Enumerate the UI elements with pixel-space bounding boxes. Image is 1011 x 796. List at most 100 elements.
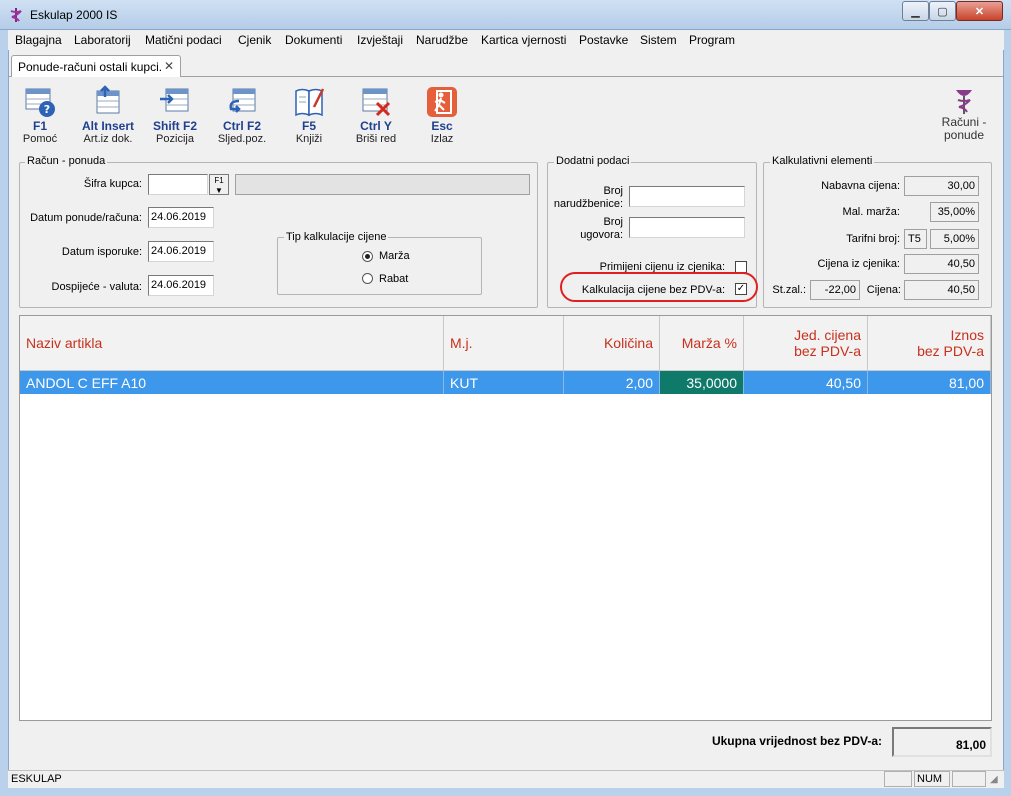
toolbar-label: Sljed.poz. xyxy=(217,133,267,145)
menu-program[interactable]: Program xyxy=(689,33,735,47)
dropdown-arrow-icon: ▼ xyxy=(215,186,223,195)
menu-dokumenti[interactable]: Dokumenti xyxy=(285,33,342,47)
module-indicator: Računi - ponude xyxy=(936,86,992,142)
radio-rabat-label: Rabat xyxy=(379,273,409,285)
pharmacy-logo-icon xyxy=(950,86,978,116)
table-row-cell-marza[interactable]: 35,0000 xyxy=(660,371,744,394)
toolbar-exit-button[interactable]: Esc Izlaz xyxy=(412,85,472,146)
toolbar-position-button[interactable]: Shift F2 Pozicija xyxy=(145,85,205,146)
table-row-cell-kolicina[interactable]: 2,00 xyxy=(564,371,660,394)
lookup-key-label: F1 xyxy=(214,176,224,185)
module-label-line2: ponude xyxy=(943,128,985,142)
tarifni-broj-code: T5 xyxy=(904,229,927,249)
delete-row-icon xyxy=(359,85,393,119)
datum-ponude-input[interactable]: 24.06.2019 xyxy=(148,207,214,228)
toolbar-help-button[interactable]: ? F1 Pomoć xyxy=(10,85,70,146)
dospijece-input[interactable]: 24.06.2019 xyxy=(148,275,214,296)
column-header-iznos[interactable]: Iznos bez PDV-a xyxy=(868,316,991,371)
position-icon xyxy=(158,85,192,119)
status-bar xyxy=(8,770,1004,788)
toolbar-label: Pomoć xyxy=(22,133,58,145)
sifra-kupca-input[interactable] xyxy=(148,174,208,195)
minimize-button[interactable]: ▁ xyxy=(902,1,929,21)
menu-sistem[interactable]: Sistem xyxy=(640,33,677,47)
status-app-name: ESKULAP xyxy=(11,773,62,785)
toolbar-key: Esc xyxy=(431,119,453,133)
toolbar-label: Briši red xyxy=(355,133,397,145)
broj-narudzbenice-label-2: narudžbenice: xyxy=(553,198,623,210)
column-header-label: Marža % xyxy=(681,335,737,351)
broj-ugovora-label-2: ugovora: xyxy=(580,229,623,241)
column-header-label: Količina xyxy=(603,335,653,351)
next-position-icon xyxy=(225,85,259,119)
column-header-kolicina[interactable]: Količina xyxy=(564,316,660,371)
toolbar-key: Shift F2 xyxy=(153,119,197,133)
dospijece-label: Dospijeće - valuta: xyxy=(51,281,143,293)
tab-label: Ponude-računi ostali kupci. xyxy=(18,60,163,74)
broj-narudzbenice-input[interactable] xyxy=(629,186,745,207)
toolbar-import-articles-button[interactable]: Alt Insert Art.iz dok. xyxy=(76,85,140,146)
column-header-naziv[interactable]: Naziv artikla xyxy=(20,316,444,371)
tab-ponude-racuni[interactable]: Ponude-računi ostali kupci. ✕ xyxy=(11,55,181,77)
table-row-cell-jed-cijena[interactable]: 40,50 xyxy=(744,371,868,394)
menu-cjenik[interactable]: Cjenik xyxy=(238,33,271,47)
column-header-label: bez PDV-a xyxy=(794,343,861,359)
toolbar-delete-row-button[interactable]: Ctrl Y Briši red xyxy=(346,85,406,146)
datum-ponude-label: Datum ponude/računa: xyxy=(30,212,142,224)
status-panel-empty xyxy=(884,771,912,787)
table-row-cell-iznos[interactable]: 81,00 xyxy=(868,371,991,394)
radio-rabat[interactable] xyxy=(362,273,373,284)
column-header-jed-cijena[interactable]: Jed. cijena bez PDV-a xyxy=(744,316,868,371)
customer-lookup-button[interactable]: F1 ▼ xyxy=(209,174,229,195)
column-header-label: Naziv artikla xyxy=(26,335,103,351)
radio-marza-label: Marža xyxy=(379,250,410,262)
datum-isporuke-input[interactable]: 24.06.2019 xyxy=(148,241,214,262)
tarifni-broj-label: Tarifni broj: xyxy=(846,233,900,245)
tab-close-icon[interactable]: ✕ xyxy=(164,59,174,73)
title-bar[interactable] xyxy=(0,0,1011,30)
dodatni-podaci-title: Dodatni podaci xyxy=(554,155,632,167)
resize-grip-icon[interactable]: ◢ xyxy=(990,774,998,785)
column-header-marza[interactable]: Marža % xyxy=(660,316,744,371)
exit-icon xyxy=(425,85,459,119)
table-row-cell-naziv[interactable]: ANDOL C EFF A10 xyxy=(20,371,444,394)
total-value: 81,00 xyxy=(892,727,992,757)
toolbar-label: Art.iz dok. xyxy=(83,133,133,145)
import-articles-icon xyxy=(91,85,125,119)
mal-marza-value: 35,00% xyxy=(930,202,979,222)
tip-kalkulacije-group xyxy=(277,237,482,295)
table-row-cell-mj[interactable]: KUT xyxy=(444,371,564,394)
tarifni-broj-value: 5,00% xyxy=(930,229,979,249)
broj-ugovora-input[interactable] xyxy=(629,217,745,238)
column-header-mj[interactable]: M.j. xyxy=(444,316,564,371)
toolbar-key: Alt Insert xyxy=(81,119,134,133)
close-button[interactable]: ✕ xyxy=(956,1,1003,21)
toolbar-post-button[interactable]: F5 Knjiži xyxy=(279,85,339,146)
cijena-iz-cjenika-value: 40,50 xyxy=(904,254,979,274)
broj-ugovora-label-1: Broj xyxy=(603,216,623,228)
toolbar-label: Pozicija xyxy=(156,133,194,145)
nabavna-cijena-label: Nabavna cijena: xyxy=(821,180,900,192)
menu-kartica-vjernosti[interactable]: Kartica vjernosti xyxy=(481,33,566,47)
broj-narudzbenice-label-1: Broj xyxy=(603,185,623,197)
cijena-iz-cjenika-label: Cijena iz cjenika: xyxy=(817,258,900,270)
menu-izvjestaji[interactable]: Izvještaji xyxy=(357,33,403,47)
st-zal-label: St.zal.: xyxy=(772,284,806,296)
help-icon: ? xyxy=(23,85,57,119)
menu-postavke[interactable]: Postavke xyxy=(579,33,628,47)
column-header-label: Jed. cijena xyxy=(794,327,861,343)
menu-narudzbe[interactable]: Narudžbe xyxy=(416,33,468,47)
st-zal-value: -22,00 xyxy=(810,280,860,300)
kalkulacija-bez-pdv-checkbox[interactable]: ✓ xyxy=(735,283,747,295)
menu-blagajna[interactable]: Blagajna xyxy=(15,33,62,47)
toolbar-key: Ctrl Y xyxy=(360,119,392,133)
toolbar-next-position-button[interactable]: Ctrl F2 Sljed.poz. xyxy=(212,85,272,146)
menu-laboratorij[interactable]: Laboratorij xyxy=(74,33,131,47)
racun-ponuda-title: Račun - ponuda xyxy=(25,155,108,167)
maximize-button[interactable]: ▢ xyxy=(929,1,956,21)
toolbar-key: Ctrl F2 xyxy=(222,119,261,133)
svg-text:?: ? xyxy=(44,103,50,116)
menu-maticni-podaci[interactable]: Matični podaci xyxy=(145,33,222,47)
radio-marza[interactable] xyxy=(362,251,373,262)
tip-kalkulacije-title: Tip kalkulacije cijene xyxy=(284,231,389,243)
